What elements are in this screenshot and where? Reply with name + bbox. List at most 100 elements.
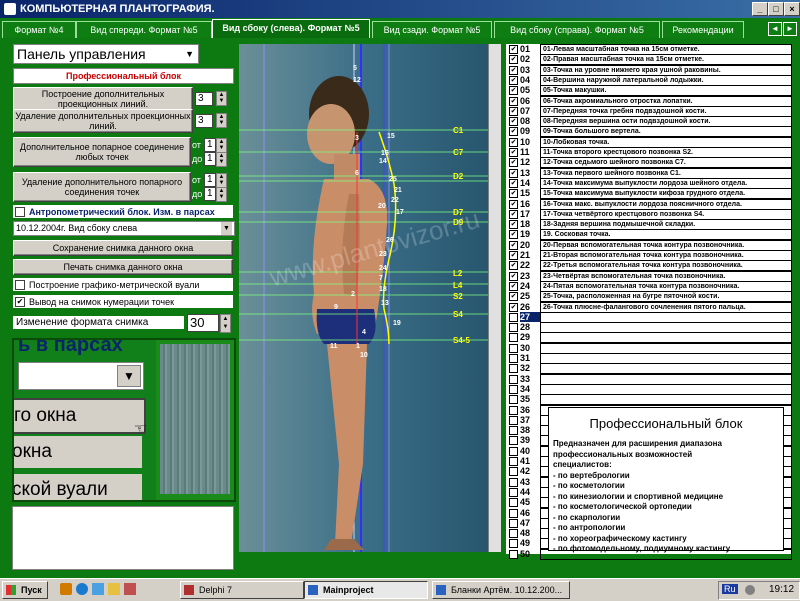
point-row[interactable]: ✔ 01 01-Левая масштабная точка на 15см отм… [506, 44, 792, 55]
point-row[interactable]: ✔ 09 09-Точка большого вертела. [506, 126, 792, 138]
point-checkbox[interactable] [509, 436, 518, 446]
point-row[interactable]: ✔ 08 08-Передняя вершина ости подвздошной … [506, 116, 792, 128]
point-row[interactable]: ✔ 26 26-Точка плюсне-фалангового сочленени… [506, 301, 792, 313]
point-row[interactable]: ✔ 22 22-Третья вспомогательная точка конту… [506, 260, 792, 272]
point-row[interactable]: ✔ 06 06-Точка акромиального отростка лопат… [506, 95, 792, 107]
point-checkbox[interactable] [509, 323, 518, 333]
desktop-icon[interactable] [92, 583, 104, 595]
point-row[interactable]: ✔ 12 12-Точка седьмого шейного позвонка C7… [506, 157, 792, 169]
point-row[interactable]: ✔ 20 20-Первая вспомогательная точка конту… [506, 239, 792, 251]
point-row[interactable]: ✔ 07 07-Передняя точка гребня подвздошной … [506, 105, 792, 117]
maximize-button[interactable]: □ [768, 2, 784, 16]
point-checkbox[interactable] [509, 426, 518, 436]
remove-polar-from-stepper[interactable]: ▲ ▼ [216, 173, 227, 188]
point-checkbox[interactable]: ✔ [509, 96, 518, 106]
point-checkbox[interactable] [509, 354, 518, 363]
point-row[interactable]: ✔ 24 24-Пятая вспомогательная точка контур… [506, 280, 792, 292]
numbering-toggle[interactable]: ✔ Вывод на снимок нумерации точек [13, 295, 233, 308]
remove-polar-from[interactable]: 1 [204, 173, 216, 187]
point-checkbox[interactable]: ✔ [509, 55, 518, 65]
format-value[interactable]: 30 [187, 314, 219, 332]
taskbar-item-mainproject[interactable]: Mainproject [304, 581, 428, 599]
point-row[interactable]: ✔ 19 19. Сосковая точка. [506, 229, 792, 241]
point-checkbox[interactable]: ✔ [509, 45, 518, 54]
point-checkbox[interactable] [509, 364, 518, 374]
tab-scroll-left-button[interactable]: ◄ [768, 22, 782, 36]
point-row[interactable]: 34 [506, 383, 792, 395]
taskbar-item-blanks[interactable]: Бланки Артём. 10.12.200... [432, 581, 570, 599]
point-checkbox[interactable] [509, 508, 518, 518]
point-row[interactable]: 27 [506, 311, 792, 323]
point-checkbox[interactable] [509, 333, 518, 343]
point-checkbox[interactable]: ✔ [509, 189, 518, 199]
point-row[interactable]: ✔ 03 03-Точка на уровне нижнего края ушной… [506, 64, 792, 76]
point-checkbox[interactable] [509, 446, 518, 456]
point-checkbox[interactable]: ✔ [509, 261, 518, 271]
close-button[interactable]: × [784, 2, 800, 16]
language-indicator[interactable]: Ru [722, 584, 738, 594]
anthropometric-toggle[interactable]: Антропометрический блок. Изм. в парсах [13, 205, 233, 218]
build-lines-button[interactable]: Построение дополнительных проекционных л… [13, 87, 193, 111]
point-checkbox[interactable] [509, 529, 518, 539]
remove-lines-value[interactable]: 3 [195, 114, 213, 128]
point-checkbox[interactable]: ✔ [509, 137, 518, 147]
point-checkbox[interactable]: ✔ [509, 209, 518, 219]
point-row[interactable]: 31 [506, 353, 792, 364]
tab-front-view[interactable]: Вид спереди. Формат №5 [76, 21, 212, 38]
photo-view[interactable]: C1 C7 D2 D7 D9 L2 L4 S2 S4 S4-5 5 3 15 1… [239, 44, 499, 552]
point-checkbox[interactable]: ✔ [509, 65, 518, 75]
folder-icon[interactable] [60, 583, 72, 595]
point-row[interactable]: 28 [506, 322, 792, 334]
build-lines-stepper[interactable]: ▲ ▼ [216, 91, 227, 106]
point-row[interactable]: 33 [506, 373, 792, 385]
save-snapshot-button[interactable]: Сохранение снимка данного окна [13, 240, 233, 256]
point-checkbox[interactable] [509, 384, 518, 394]
point-checkbox[interactable] [509, 395, 518, 405]
point-row[interactable]: ✔ 25 25-Точка, расположенная на бугре пято… [506, 291, 792, 303]
point-checkbox[interactable] [509, 343, 518, 353]
taskbar-item-delphi[interactable]: Delphi 7 [180, 581, 304, 599]
numbering-checkbox[interactable]: ✔ [15, 296, 25, 307]
point-row[interactable]: ✔ 23 23-Четвёртая вспомогательная точка по… [506, 270, 792, 282]
point-checkbox[interactable]: ✔ [509, 302, 518, 312]
speaker-icon[interactable] [745, 585, 755, 595]
start-button[interactable]: Пуск [2, 581, 48, 599]
add-polar-from-stepper[interactable]: ▲ ▼ [216, 138, 227, 153]
point-row[interactable]: ✔ 17 17-Точка четвёртого крестцового позво… [506, 208, 792, 220]
minimize-button[interactable]: _ [752, 2, 768, 16]
point-row[interactable]: ✔ 21 21-Вторая вспомогательная точка конту… [506, 250, 792, 261]
point-checkbox[interactable] [509, 518, 518, 528]
point-checkbox[interactable]: ✔ [509, 251, 518, 260]
point-checkbox[interactable]: ✔ [509, 168, 518, 178]
add-polar-button[interactable]: Дополнительное попарное соединение любых… [13, 137, 191, 167]
point-checkbox[interactable] [509, 498, 518, 508]
app-shortcut-icon[interactable] [108, 583, 120, 595]
point-checkbox[interactable]: ✔ [509, 240, 518, 250]
format-stepper[interactable]: ▲ ▼ [220, 314, 231, 333]
point-row[interactable]: ✔ 11 11-Точка второго крестцового позвонка… [506, 147, 792, 158]
tab-back-view[interactable]: Вид сзади. Формат №5 [372, 21, 492, 38]
point-checkbox[interactable] [509, 549, 518, 559]
point-checkbox[interactable]: ✔ [509, 178, 518, 188]
point-row[interactable]: ✔ 10 10-Лобковая точка. [506, 136, 792, 148]
build-graph-toggle[interactable]: Построение графико-метрической вуали [13, 278, 233, 291]
build-graph-checkbox[interactable] [15, 279, 25, 290]
point-checkbox[interactable]: ✔ [509, 86, 518, 96]
point-checkbox[interactable]: ✔ [509, 199, 518, 209]
point-row[interactable]: ✔ 02 02-Правая масштабная точка на 15см от… [506, 54, 792, 66]
point-checkbox[interactable]: ✔ [509, 281, 518, 291]
notes-area[interactable] [12, 506, 234, 570]
remove-lines-button[interactable]: Удаление дополнительных проекционных лин… [13, 109, 193, 133]
add-polar-from[interactable]: 1 [204, 138, 216, 152]
anthropometric-checkbox[interactable] [15, 206, 25, 217]
print-snapshot-button[interactable]: Печать снимка данного окна [13, 259, 233, 275]
point-row[interactable]: ✔ 18 18-Задняя вершина подмышечной складки… [506, 219, 792, 231]
point-checkbox[interactable]: ✔ [509, 271, 518, 281]
point-row[interactable]: 32 [506, 363, 792, 375]
point-row[interactable]: ✔ 05 05-Точка макушки. [506, 85, 792, 97]
point-row[interactable]: 30 [506, 342, 792, 354]
point-row[interactable]: ✔ 16 16-Точка макс. выпуклости лордоза поя… [506, 198, 792, 210]
photo-scrollbar[interactable] [488, 44, 501, 552]
panel-select[interactable]: Панель управления ▼ [13, 44, 199, 64]
point-checkbox[interactable]: ✔ [509, 117, 518, 127]
